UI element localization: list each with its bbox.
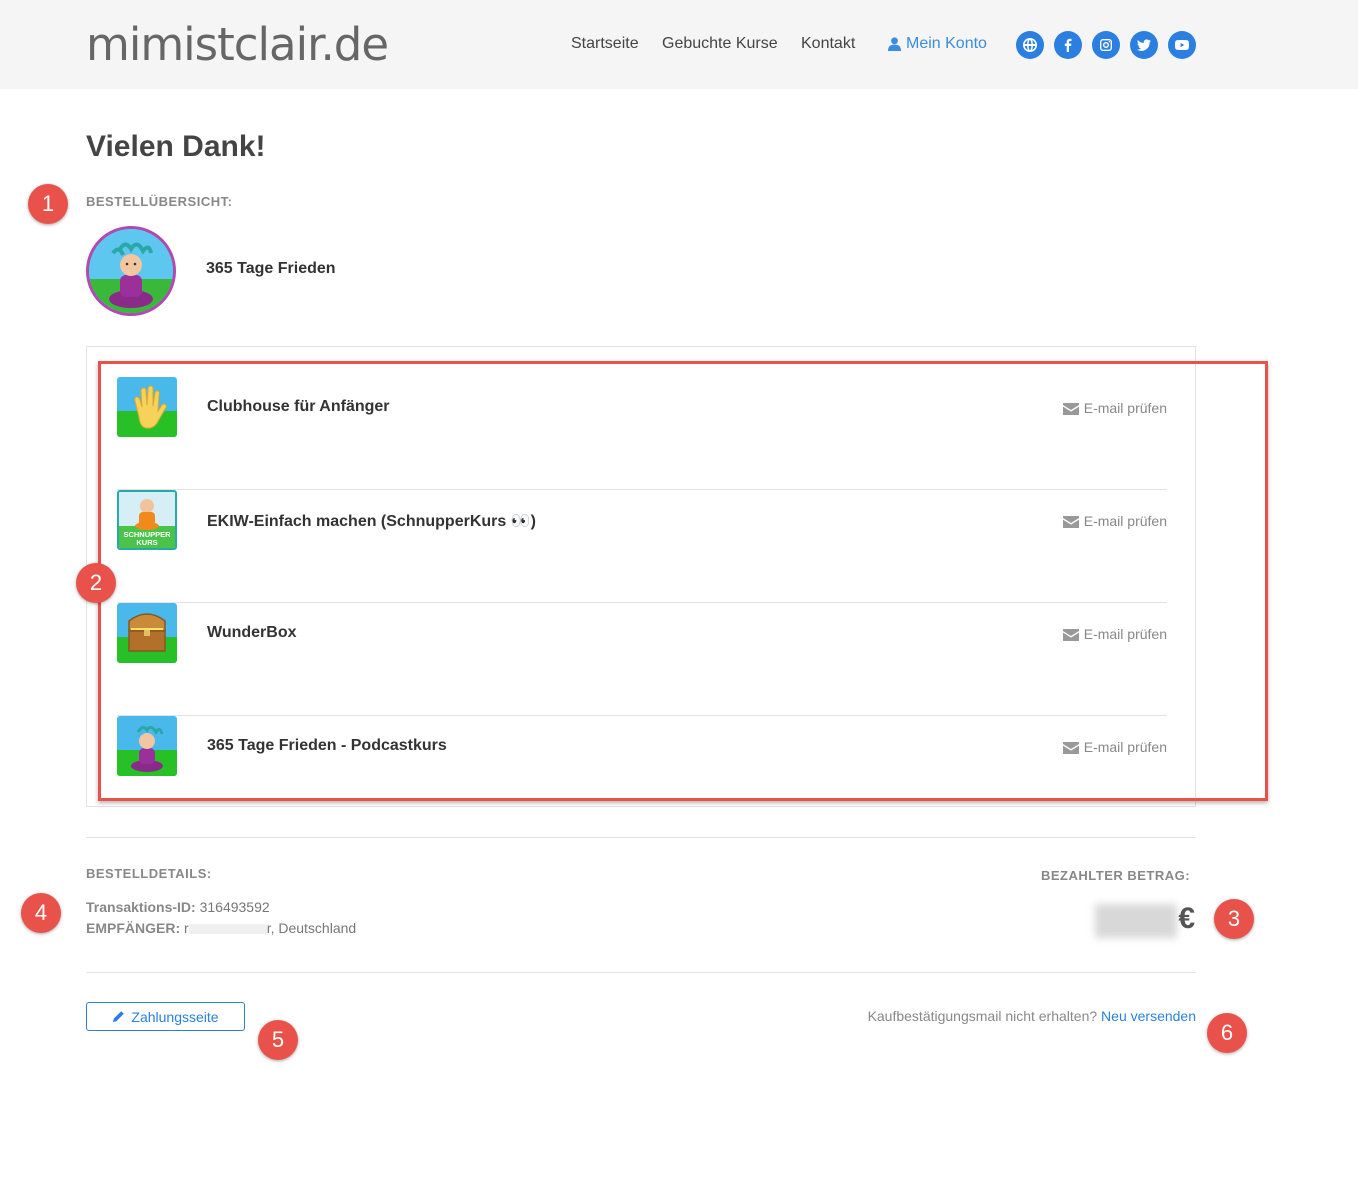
youtube-icon[interactable]: [1168, 31, 1196, 59]
resend-text: Kaufbestätigungsmail nicht erhalten?: [867, 1008, 1098, 1024]
nav-mein-konto[interactable]: Mein Konto: [888, 35, 987, 53]
recipient-line: EMPFÄNGER: r r, Deutschland: [86, 920, 356, 936]
nav-mein-konto-label: Mein Konto: [906, 35, 987, 52]
payment-page-label: Zahlungsseite: [131, 1008, 219, 1025]
site-logo[interactable]: mimistclair.de: [86, 18, 389, 71]
globe-icon[interactable]: [1016, 31, 1044, 59]
annotation-badge-3: 3: [1214, 899, 1254, 939]
annotation-highlight-box: [98, 361, 1268, 801]
facebook-icon[interactable]: [1054, 31, 1082, 59]
recipient-suffix: r, Deutschland: [266, 920, 357, 936]
nav-gebuchte-kurse[interactable]: Gebuchte Kurse: [662, 35, 778, 53]
user-icon: [888, 37, 901, 51]
annotation-badge-5: 5: [258, 1020, 298, 1060]
transaction-id: 316493592: [199, 899, 270, 915]
instagram-icon[interactable]: [1092, 31, 1120, 59]
annotation-badge-4: 4: [21, 893, 61, 933]
transaction-line: Transaktions-ID: 316493592: [86, 899, 270, 915]
main-course-avatar: [86, 226, 176, 316]
order-details-label: BESTELLDETAILS:: [86, 866, 212, 881]
transaction-label: Transaktions-ID:: [86, 899, 196, 915]
divider: [86, 972, 1196, 973]
twitter-icon[interactable]: [1130, 31, 1158, 59]
top-navigation-bar: mimistclair.de Startseite Gebuchte Kurse…: [0, 0, 1358, 89]
main-course-name: 365 Tage Frieden: [206, 260, 336, 277]
redacted-name: [188, 924, 267, 935]
recipient-label: EMPFÄNGER:: [86, 920, 181, 936]
page-title: Vielen Dank!: [86, 130, 266, 163]
paid-amount-label: BEZAHLTER BETRAG:: [1041, 868, 1191, 883]
resend-link[interactable]: Neu versenden: [1101, 1008, 1196, 1024]
currency-symbol: €: [1178, 902, 1195, 935]
order-overview-label: BESTELLÜBERSICHT:: [86, 194, 233, 209]
resend-confirmation: Kaufbestätigungsmail nicht erhalten? Neu…: [868, 1008, 1196, 1024]
redacted-amount: [1095, 904, 1177, 938]
payment-page-button[interactable]: Zahlungsseite: [86, 1002, 245, 1031]
annotation-badge-6: 6: [1207, 1013, 1247, 1053]
nav-startseite[interactable]: Startseite: [571, 35, 639, 53]
paid-amount: €: [1095, 902, 1197, 938]
annotation-badge-2: 2: [76, 563, 116, 603]
nav-kontakt[interactable]: Kontakt: [801, 35, 855, 53]
divider: [86, 837, 1196, 838]
annotation-badge-1: 1: [28, 184, 68, 224]
pencil-icon: [113, 1011, 125, 1022]
